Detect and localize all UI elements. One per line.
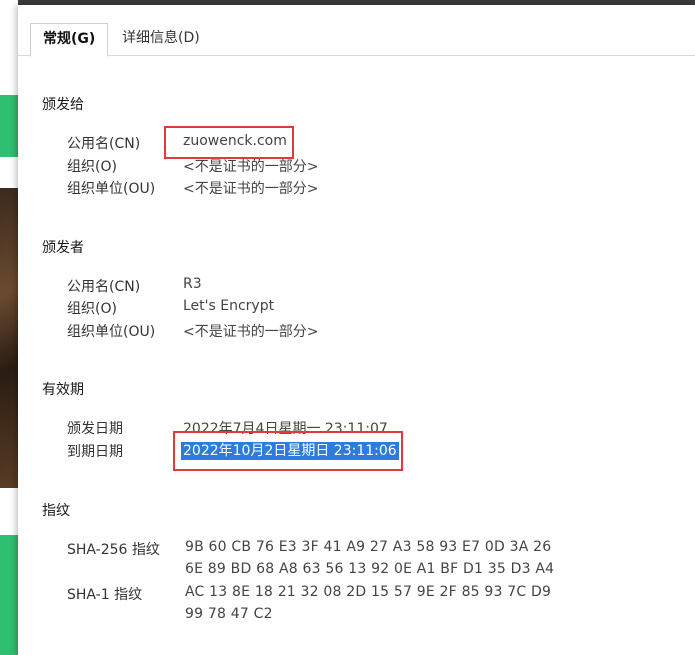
issued-by-ou-label: 组织单位(OU)	[67, 324, 156, 340]
validity-title: 有效期	[42, 382, 84, 398]
tab-bar: 常规(G) 详细信息(D)	[18, 23, 695, 57]
issued-by-cn-label: 公用名(CN)	[67, 279, 141, 295]
annotation-box-common-name	[164, 126, 294, 159]
sha256-value-line1[interactable]: 9B 60 CB 76 E3 3F 41 A9 27 A3 58 93 E7 0…	[185, 539, 551, 555]
sha256-value-line2[interactable]: 6E 89 BD 68 A8 63 56 13 92 0E A1 BF D1 3…	[185, 561, 554, 577]
issued-to-ou-value[interactable]: <不是证书的一部分>	[183, 178, 318, 198]
issued-by-ou-value[interactable]: <不是证书的一部分>	[183, 321, 318, 341]
issued-to-ou-label: 组织单位(OU)	[67, 181, 156, 197]
issued-to-cn-label: 公用名(CN)	[67, 136, 141, 152]
background-green-banner-top	[0, 95, 18, 157]
certificate-viewer-dialog: 常规(G) 详细信息(D) 颁发给 公用名(CN) zuowenck.com 组…	[18, 5, 695, 655]
issued-to-o-label: 组织(O)	[67, 159, 117, 175]
sha256-label: SHA-256 指纹	[67, 542, 160, 558]
issued-to-title: 颁发给	[42, 97, 84, 113]
tab-details[interactable]: 详细信息(D)	[110, 23, 212, 54]
background-green-banner-bottom	[0, 535, 18, 655]
sha1-value-line2[interactable]: 99 78 47 C2	[185, 606, 273, 622]
sha1-label: SHA-1 指纹	[67, 587, 143, 603]
issued-by-cn-value[interactable]: R3	[183, 276, 202, 292]
issue-date-label: 颁发日期	[67, 421, 123, 437]
sha1-value-line1[interactable]: AC 13 8E 18 21 32 08 2D 15 57 9E 2F 85 9…	[185, 584, 551, 600]
fingerprints-title: 指纹	[42, 503, 70, 519]
issued-to-o-value[interactable]: <不是证书的一部分>	[183, 156, 318, 176]
expiry-date-label: 到期日期	[67, 444, 123, 460]
screen: 常规(G) 详细信息(D) 颁发给 公用名(CN) zuowenck.com 组…	[0, 0, 695, 655]
issued-by-title: 颁发者	[42, 240, 84, 256]
annotation-box-expiry-date	[173, 431, 403, 471]
issued-by-o-label: 组织(O)	[67, 301, 117, 317]
background-image	[0, 188, 18, 488]
tab-general[interactable]: 常规(G)	[30, 23, 109, 57]
issued-by-o-value[interactable]: Let's Encrypt	[183, 298, 274, 314]
